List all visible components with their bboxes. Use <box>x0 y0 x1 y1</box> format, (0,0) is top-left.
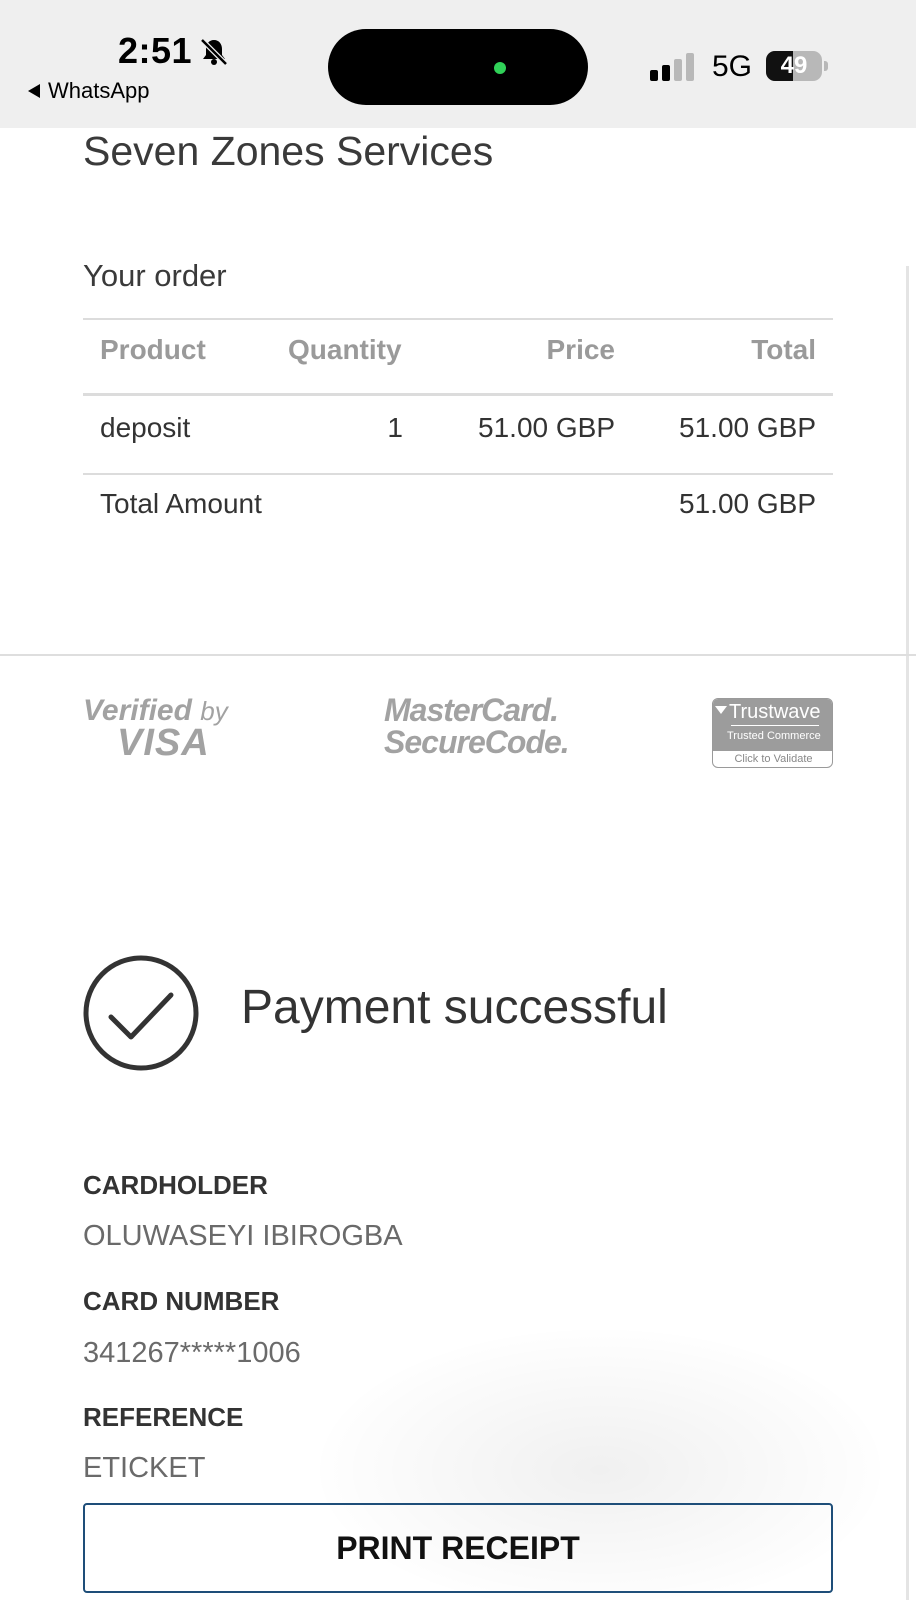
status-time: 2:51 <box>118 30 193 71</box>
total-amount-value: 51.00 GBP <box>679 488 816 519</box>
scrollbar[interactable] <box>906 266 909 1600</box>
battery-icon: 49 <box>766 51 828 81</box>
trustwave-sub: Trusted Commerce <box>727 730 821 742</box>
status-bar: 2:51 WhatsApp 5G 49 <box>0 0 916 128</box>
dynamic-island <box>328 29 588 105</box>
mastercard-securecode-logo: MasterCard. SecureCode. <box>384 692 570 762</box>
header-product: Product <box>100 334 206 365</box>
payment-status-title: Payment successful <box>241 981 668 1034</box>
row-product: deposit <box>100 412 191 443</box>
mastercard-line2: SecureCode. <box>384 724 570 760</box>
table-top-rule <box>83 318 833 320</box>
visa-line2: VISA <box>117 722 210 764</box>
bell-slash-icon <box>200 38 228 66</box>
row-quantity: 1 <box>387 412 403 443</box>
trustwave-seal[interactable]: Trustwave Trusted Commerce Click to Vali… <box>712 698 833 768</box>
trustwave-name: Trustwave <box>729 701 821 723</box>
merchant-name: Seven Zones Services <box>83 128 494 174</box>
back-app-label: WhatsApp <box>48 78 150 103</box>
check-circle-icon <box>83 955 199 1071</box>
row-rule <box>83 473 833 475</box>
verified-by-visa-logo: Verified by VISA <box>83 694 228 764</box>
reference-value: ETICKET <box>83 1452 206 1484</box>
battery-level: 49 <box>780 52 808 79</box>
back-to-app-link[interactable]: WhatsApp <box>28 78 150 104</box>
section-divider <box>0 654 916 656</box>
trustwave-validate: Click to Validate <box>734 753 813 765</box>
cardholder-label: CARDHOLDER <box>83 1170 268 1200</box>
print-receipt-button[interactable]: PRINT RECEIPT <box>83 1503 833 1593</box>
total-amount-label: Total Amount <box>100 488 262 519</box>
trustwave-mark-icon <box>715 706 727 714</box>
card-number-label: CARD NUMBER <box>83 1286 280 1316</box>
header-rule <box>83 393 833 396</box>
back-arrow-icon <box>28 84 40 98</box>
header-total: Total <box>751 334 816 365</box>
row-total: 51.00 GBP <box>679 412 816 443</box>
signal-bars-icon <box>650 53 694 81</box>
header-price: Price <box>546 334 616 365</box>
cardholder-value: OLUWASEYI IBIROGBA <box>83 1220 403 1252</box>
row-price: 51.00 GBP <box>478 412 615 443</box>
camera-indicator-dot <box>494 62 506 74</box>
order-title: Your order <box>83 258 227 293</box>
header-quantity: Quantity <box>288 334 402 365</box>
card-number-value: 341267*****1006 <box>83 1337 301 1369</box>
reference-label: REFERENCE <box>83 1402 244 1432</box>
network-type: 5G <box>712 50 753 83</box>
